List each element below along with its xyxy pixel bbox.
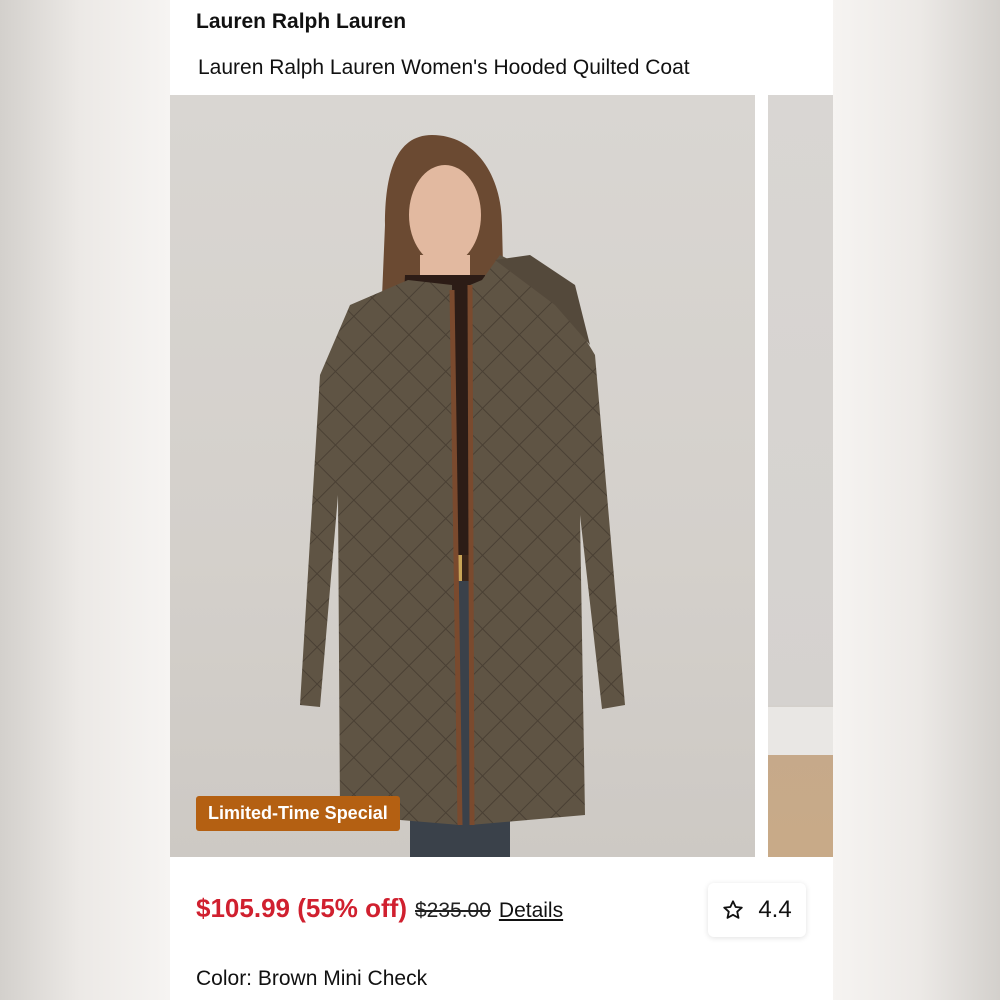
rating-value: 4.4 xyxy=(758,896,792,923)
limited-time-badge: Limited-Time Special xyxy=(196,796,400,831)
sale-price: $105.99 (55% off) xyxy=(196,893,407,923)
price-row: $105.99 (55% off) $235.00 Details xyxy=(196,893,636,933)
model-illustration xyxy=(300,135,625,857)
product-image-next[interactable] xyxy=(768,95,833,857)
rating-button[interactable]: 4.4 xyxy=(708,883,806,937)
original-price: $235.00 xyxy=(414,899,491,922)
star-outline-icon xyxy=(722,899,744,921)
product-card: Lauren Ralph Lauren Lauren Ralph Lauren … xyxy=(170,0,833,1000)
product-title: Lauren Ralph Lauren Women's Hooded Quilt… xyxy=(198,56,690,79)
brand-name[interactable]: Lauren Ralph Lauren xyxy=(196,10,406,34)
color-label: Color: Brown Mini Check xyxy=(196,967,428,990)
product-image-main[interactable] xyxy=(170,95,755,857)
details-link[interactable]: Details xyxy=(499,899,563,923)
baseboard-decor xyxy=(768,707,833,755)
